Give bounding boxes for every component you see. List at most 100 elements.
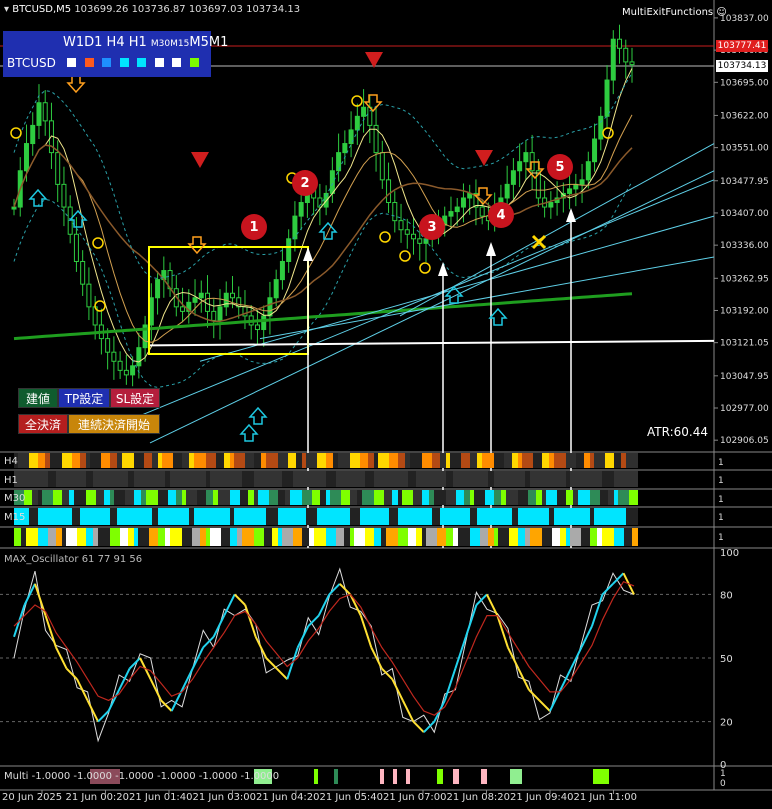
strip-cell — [158, 453, 162, 468]
candle-body — [454, 206, 460, 213]
strip-cell — [498, 471, 509, 487]
time-axis-label: 21 Jun 11:00 — [574, 792, 638, 803]
price-tick-label: 103336.00 — [720, 241, 769, 251]
candle-body — [329, 170, 335, 194]
candle-body — [604, 79, 610, 117]
strip-cell — [378, 453, 389, 468]
strip-cell — [512, 453, 518, 468]
candle-body — [117, 360, 123, 371]
multi-bar — [481, 769, 487, 784]
strip-cell — [470, 490, 474, 505]
symbol-timeframe: BTCUSD,M5 — [12, 4, 72, 15]
strip-cell — [242, 471, 254, 487]
strip-cell — [429, 490, 434, 505]
signal-badge-5: 5 — [547, 154, 573, 180]
strip-cell — [182, 528, 192, 546]
strip-cell — [365, 471, 374, 487]
price-tick-label: 103262.95 — [720, 274, 769, 284]
strip-cell — [302, 453, 306, 468]
tf-status-square — [84, 58, 94, 67]
strip-cell — [536, 490, 542, 505]
strip-cell — [296, 508, 302, 525]
strip-cell — [158, 490, 168, 505]
strip-cell — [230, 471, 237, 487]
strip-cell — [117, 453, 122, 468]
strip-axis-label: 1 — [718, 513, 724, 523]
strip-cell — [101, 453, 110, 468]
strip-cell — [290, 490, 302, 505]
candle-body — [217, 306, 223, 321]
strip-cell — [189, 508, 194, 525]
strip-cell — [302, 471, 309, 487]
time-axis-label: 21 Jun 03:00 — [193, 792, 257, 803]
strip-cell — [450, 508, 461, 525]
strip-cell — [206, 508, 216, 525]
multi-axis-label: 0 — [720, 779, 726, 789]
breakeven-button[interactable]: 建値 — [18, 388, 58, 408]
continuous-close-button[interactable]: 連続決済開始 — [68, 414, 160, 434]
tp-setting-button[interactable]: TP設定 — [58, 388, 110, 408]
strip-cell — [549, 453, 554, 468]
strip-cell — [173, 508, 182, 525]
strip-cell — [266, 453, 278, 468]
price-tick-label: 102906.05 — [720, 436, 769, 446]
strip-cell — [282, 528, 293, 546]
candle-body — [229, 292, 235, 299]
strip-cell — [590, 453, 594, 468]
strip-cell — [518, 528, 525, 546]
candle-body — [411, 233, 417, 240]
strip-cell — [552, 471, 560, 487]
multi-bar — [393, 769, 397, 784]
candle-body — [36, 102, 42, 126]
smiley-icon[interactable]: ☺ — [716, 7, 726, 18]
strip-cell — [368, 453, 374, 468]
strip-cell — [182, 490, 186, 505]
strip-cell — [237, 528, 242, 546]
strip-cell — [410, 508, 422, 525]
candle-body — [585, 161, 591, 181]
strip-cell — [134, 453, 144, 468]
strip-cell — [362, 490, 374, 505]
strip-cell — [62, 528, 66, 546]
ohlc-values: 103699.26 103736.87 103697.03 103734.13 — [74, 4, 301, 15]
strip-cell — [581, 528, 590, 546]
strip-cell — [230, 508, 234, 525]
strip-cell — [326, 453, 333, 468]
chart-menu-icon[interactable]: ▾ — [4, 4, 9, 15]
strip-cell — [405, 453, 410, 468]
strip-cell — [398, 453, 405, 468]
strip-cell — [405, 508, 410, 525]
strip-cell — [494, 508, 504, 525]
tf-w1: W1 — [63, 35, 85, 50]
candle-body — [192, 297, 198, 303]
strip-cell — [110, 508, 117, 525]
time-axis-label: 21 Jun 07:00 — [383, 792, 447, 803]
candle-body — [261, 315, 267, 331]
tf-symbol: BTCUSD — [7, 56, 56, 70]
candle-body — [23, 143, 29, 172]
candle-body — [504, 183, 510, 199]
strip-cell — [234, 508, 245, 525]
sl-setting-button[interactable]: SL設定 — [110, 388, 160, 408]
candle-body — [404, 229, 410, 235]
strip-cell — [186, 490, 197, 505]
candle-body — [517, 161, 523, 172]
strip-cell — [194, 453, 206, 468]
candle-body — [123, 369, 129, 376]
price-tick-label: 103695.00 — [720, 78, 769, 88]
strip-cell — [576, 453, 584, 468]
candle-body — [610, 38, 616, 81]
strip-cell — [29, 508, 38, 525]
strip-cell — [77, 528, 86, 546]
strip-cell — [48, 528, 56, 546]
strip-cell — [542, 508, 549, 525]
close-all-button[interactable]: 全決済 — [18, 414, 68, 434]
tf-status-square — [102, 58, 111, 67]
candle-body — [592, 138, 598, 163]
strip-cell — [254, 471, 264, 487]
price-tick-label: 102977.00 — [720, 404, 769, 414]
multi-bar — [437, 769, 443, 784]
strip-cell — [45, 508, 50, 525]
candle-body — [105, 338, 111, 353]
strip-cell — [614, 490, 618, 505]
